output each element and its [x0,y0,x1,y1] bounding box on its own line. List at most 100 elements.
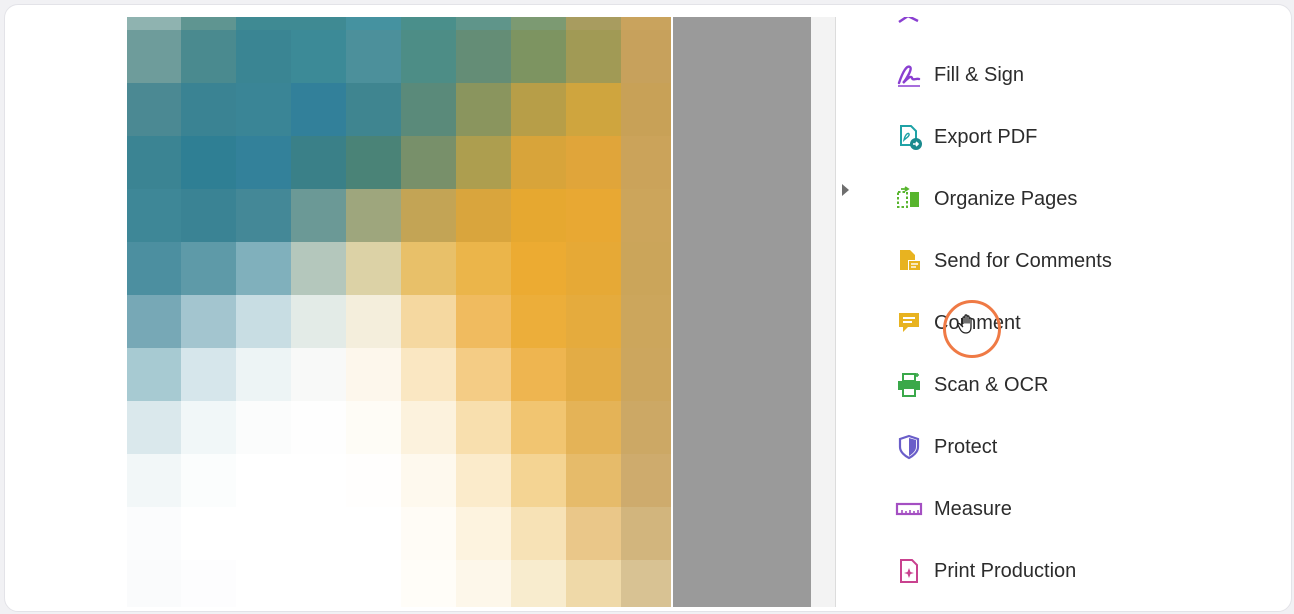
image-pixel-block [127,401,181,454]
image-pixel-block [291,348,346,401]
image-pixel-block [127,454,181,507]
image-pixel-block [291,507,346,560]
image-pixel-block [511,507,566,560]
tool-print-production[interactable]: Print Production [865,549,1165,593]
image-pixel-block [621,560,671,607]
image-pixel-block [236,348,291,401]
image-pixel-block [346,242,401,295]
image-pixel-block [566,295,621,348]
image-pixel-block [401,560,456,607]
tool-item-partial[interactable] [865,17,1165,35]
image-pixel-block [456,560,511,607]
image-pixel-block [346,507,401,560]
image-pixel-block [236,17,291,30]
image-pixel-block [181,242,236,295]
tool-measure[interactable]: Measure [865,487,1165,531]
image-pixel-block [621,189,671,242]
image-pixel-block [621,242,671,295]
image-pixel-block [181,295,236,348]
export-pdf-icon [895,123,923,151]
tool-organize-pages[interactable]: Organize Pages [865,177,1165,221]
image-pixel-block [346,136,401,189]
image-pixel-block [236,507,291,560]
image-pixel-block [291,560,346,607]
hand-cursor-icon [955,312,981,343]
image-pixel-block [511,454,566,507]
image-pixel-block [456,30,511,83]
image-pixel-block [621,507,671,560]
image-pixel-block [127,507,181,560]
tools-panel: Fill & Sign Export PDF Organize Pages Se… [865,17,1177,607]
fill-sign-icon [895,61,923,89]
image-pixel-block [127,17,181,30]
tool-send-for-comments[interactable]: Send for Comments [865,239,1165,283]
image-pixel-block [401,136,456,189]
image-pixel-block [511,401,566,454]
tool-scan-ocr[interactable]: Scan & OCR [865,363,1165,407]
image-pixel-block [346,295,401,348]
image-pixel-block [456,189,511,242]
image-pixel-block [236,295,291,348]
image-pixel-block [566,30,621,83]
screenshot-frame: Fill & Sign Export PDF Organize Pages Se… [4,4,1292,612]
image-pixel-block [181,189,236,242]
image-pixel-block [181,507,236,560]
image-pixel-block [236,401,291,454]
image-pixel-block [291,17,346,30]
image-pixel-block [346,83,401,136]
image-pixel-block [291,83,346,136]
tool-label: Protect [934,435,998,458]
image-pixel-block [346,30,401,83]
image-pixel-block [236,560,291,607]
image-pixel-block [127,242,181,295]
image-pixel-block [621,454,671,507]
image-pixel-block [511,295,566,348]
image-pixel-block [181,17,236,30]
panel-collapse-strip[interactable] [811,17,836,607]
image-pixel-block [346,17,401,30]
expand-panel-arrow-icon[interactable] [842,184,849,196]
tool-fill-sign[interactable]: Fill & Sign [865,53,1165,97]
comment-icon [895,309,923,337]
image-pixel-block [346,401,401,454]
image-pixel-block [621,17,671,30]
image-pixel-block [566,560,621,607]
image-pixel-block [291,295,346,348]
image-pixel-block [456,295,511,348]
image-pixel-block [181,83,236,136]
tool-label: Fill & Sign [934,63,1025,86]
tool-comment[interactable]: Comment [865,301,1165,345]
tool-label: Measure [934,497,1012,520]
image-pixel-block [456,17,511,30]
image-pixel-block [566,454,621,507]
image-pixel-block [401,348,456,401]
image-pixel-block [621,30,671,83]
tool-protect[interactable]: Protect [865,425,1165,469]
image-pixel-block [291,136,346,189]
image-pixel-block [401,242,456,295]
image-pixel-block [566,17,621,30]
image-pixel-block [401,17,456,30]
image-pixel-block [291,189,346,242]
image-pixel-block [127,136,181,189]
image-pixel-block [456,401,511,454]
image-pixel-block [346,348,401,401]
image-pixel-block [401,507,456,560]
tool-export-pdf[interactable]: Export PDF [865,115,1165,159]
image-pixel-block [291,30,346,83]
tool-label: Scan & OCR [934,373,1049,396]
image-pixel-block [456,83,511,136]
image-pixel-block [456,507,511,560]
image-pixel-block [236,189,291,242]
tool-label: Send for Comments [934,249,1112,272]
document-page-image [127,17,671,607]
image-pixel-block [291,401,346,454]
tool-label: Print Production [934,559,1077,582]
image-pixel-block [127,30,181,83]
tool-label: Organize Pages [934,187,1078,210]
print-production-icon [895,557,923,585]
image-pixel-block [566,83,621,136]
image-pixel-block [511,136,566,189]
image-pixel-block [566,401,621,454]
organize-pages-icon [895,185,923,213]
